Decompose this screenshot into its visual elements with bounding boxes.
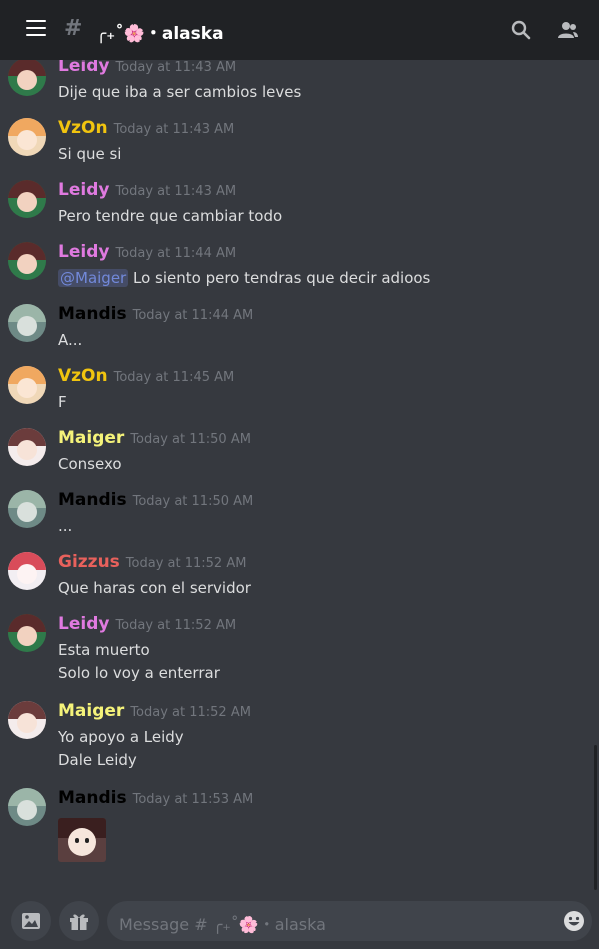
message-author[interactable]: Mandis Today at 11:50 AM — [58, 490, 253, 510]
scrollbar[interactable] — [594, 745, 597, 890]
sticker-image[interactable] — [58, 818, 106, 862]
message-content: Solo lo voy a enterrar — [58, 664, 220, 682]
message-input-placeholder: Message # ╭₊˚🌸・alaska — [119, 915, 326, 934]
avatar[interactable] — [8, 304, 46, 342]
avatar[interactable] — [8, 428, 46, 466]
message-author[interactable]: Leidy Today at 11:43 AM — [58, 60, 236, 76]
message-author[interactable]: Leidy Today at 11:44 AM — [58, 242, 236, 262]
avatar[interactable] — [8, 614, 46, 652]
message-content: Si que si — [58, 145, 122, 163]
message-timestamp: Today at 11:44 AM — [115, 246, 237, 261]
message-author[interactable]: Mandis Today at 11:53 AM — [58, 788, 253, 808]
message-timestamp: Today at 11:52 AM — [130, 705, 251, 720]
message-timestamp: Today at 11:43 AM — [115, 60, 237, 75]
message-author[interactable]: Leidy Today at 11:43 AM — [58, 180, 236, 200]
message-author[interactable]: Gizzus Today at 11:52 AM — [58, 552, 246, 572]
message-timestamp: Today at 11:52 AM — [125, 556, 247, 571]
message-content: @Maiger Lo siento pero tendras que decir… — [58, 269, 431, 287]
avatar[interactable] — [8, 180, 46, 218]
message-timestamp: Today at 11:53 AM — [132, 792, 254, 807]
channel-hash-icon: # — [64, 16, 83, 41]
avatar[interactable] — [8, 701, 46, 739]
message-content: Dale Leidy — [58, 751, 137, 769]
message-timestamp: Today at 11:43 AM — [115, 184, 237, 199]
avatar[interactable] — [8, 366, 46, 404]
gift-icon[interactable] — [59, 901, 99, 941]
message-timestamp: Today at 11:45 AM — [113, 370, 235, 385]
message-author[interactable]: Leidy Today at 11:52 AM — [58, 614, 236, 634]
search-icon[interactable] — [509, 18, 533, 42]
message-author[interactable]: VzOn Today at 11:45 AM — [58, 366, 234, 386]
image-upload-icon[interactable] — [11, 901, 51, 941]
message-timestamp: Today at 11:50 AM — [130, 432, 251, 447]
message-content: Yo apoyo a Leidy — [58, 728, 184, 746]
avatar[interactable] — [8, 552, 46, 590]
message-content: Dije que iba a ser cambios leves — [58, 83, 302, 101]
channel-header: # ╭₊˚🌸・alaska — [0, 0, 599, 60]
message-author[interactable]: Maiger Today at 11:50 AM — [58, 428, 251, 448]
message-content: Pero tendre que cambiar todo — [58, 207, 283, 225]
message-content: ... — [58, 517, 73, 535]
message-timestamp: Today at 11:50 AM — [132, 494, 254, 509]
message-author[interactable]: VzOn Today at 11:43 AM — [58, 118, 234, 138]
message-composer: Message # ╭₊˚🌸・alaska — [0, 892, 599, 949]
avatar[interactable] — [8, 242, 46, 280]
message-timestamp: Today at 11:44 AM — [132, 308, 254, 323]
emoji-icon[interactable] — [562, 909, 586, 933]
message-content: F — [58, 393, 67, 411]
user-mention[interactable]: @Maiger — [58, 269, 129, 287]
message-content: Esta muerto — [58, 641, 150, 659]
avatar[interactable] — [8, 490, 46, 528]
channel-name: ╭₊˚🌸・alaska — [96, 24, 224, 44]
avatar[interactable] — [8, 118, 46, 156]
hamburger-menu-icon[interactable] — [26, 20, 46, 36]
message-content: Que haras con el servidor — [58, 579, 251, 597]
avatar[interactable] — [8, 788, 46, 826]
message-content: Consexo — [58, 455, 122, 473]
message-input[interactable]: Message # ╭₊˚🌸・alaska — [107, 901, 592, 941]
message-author[interactable]: Mandis Today at 11:44 AM — [58, 304, 253, 324]
message-list: Leidy Today at 11:43 AM Dije que iba a se… — [0, 60, 599, 892]
message-timestamp: Today at 11:43 AM — [113, 122, 235, 137]
message-content: A... — [58, 331, 83, 349]
avatar[interactable] — [8, 60, 46, 96]
message-author[interactable]: Maiger Today at 11:52 AM — [58, 701, 251, 721]
members-icon[interactable] — [556, 18, 580, 42]
message-timestamp: Today at 11:52 AM — [115, 618, 237, 633]
